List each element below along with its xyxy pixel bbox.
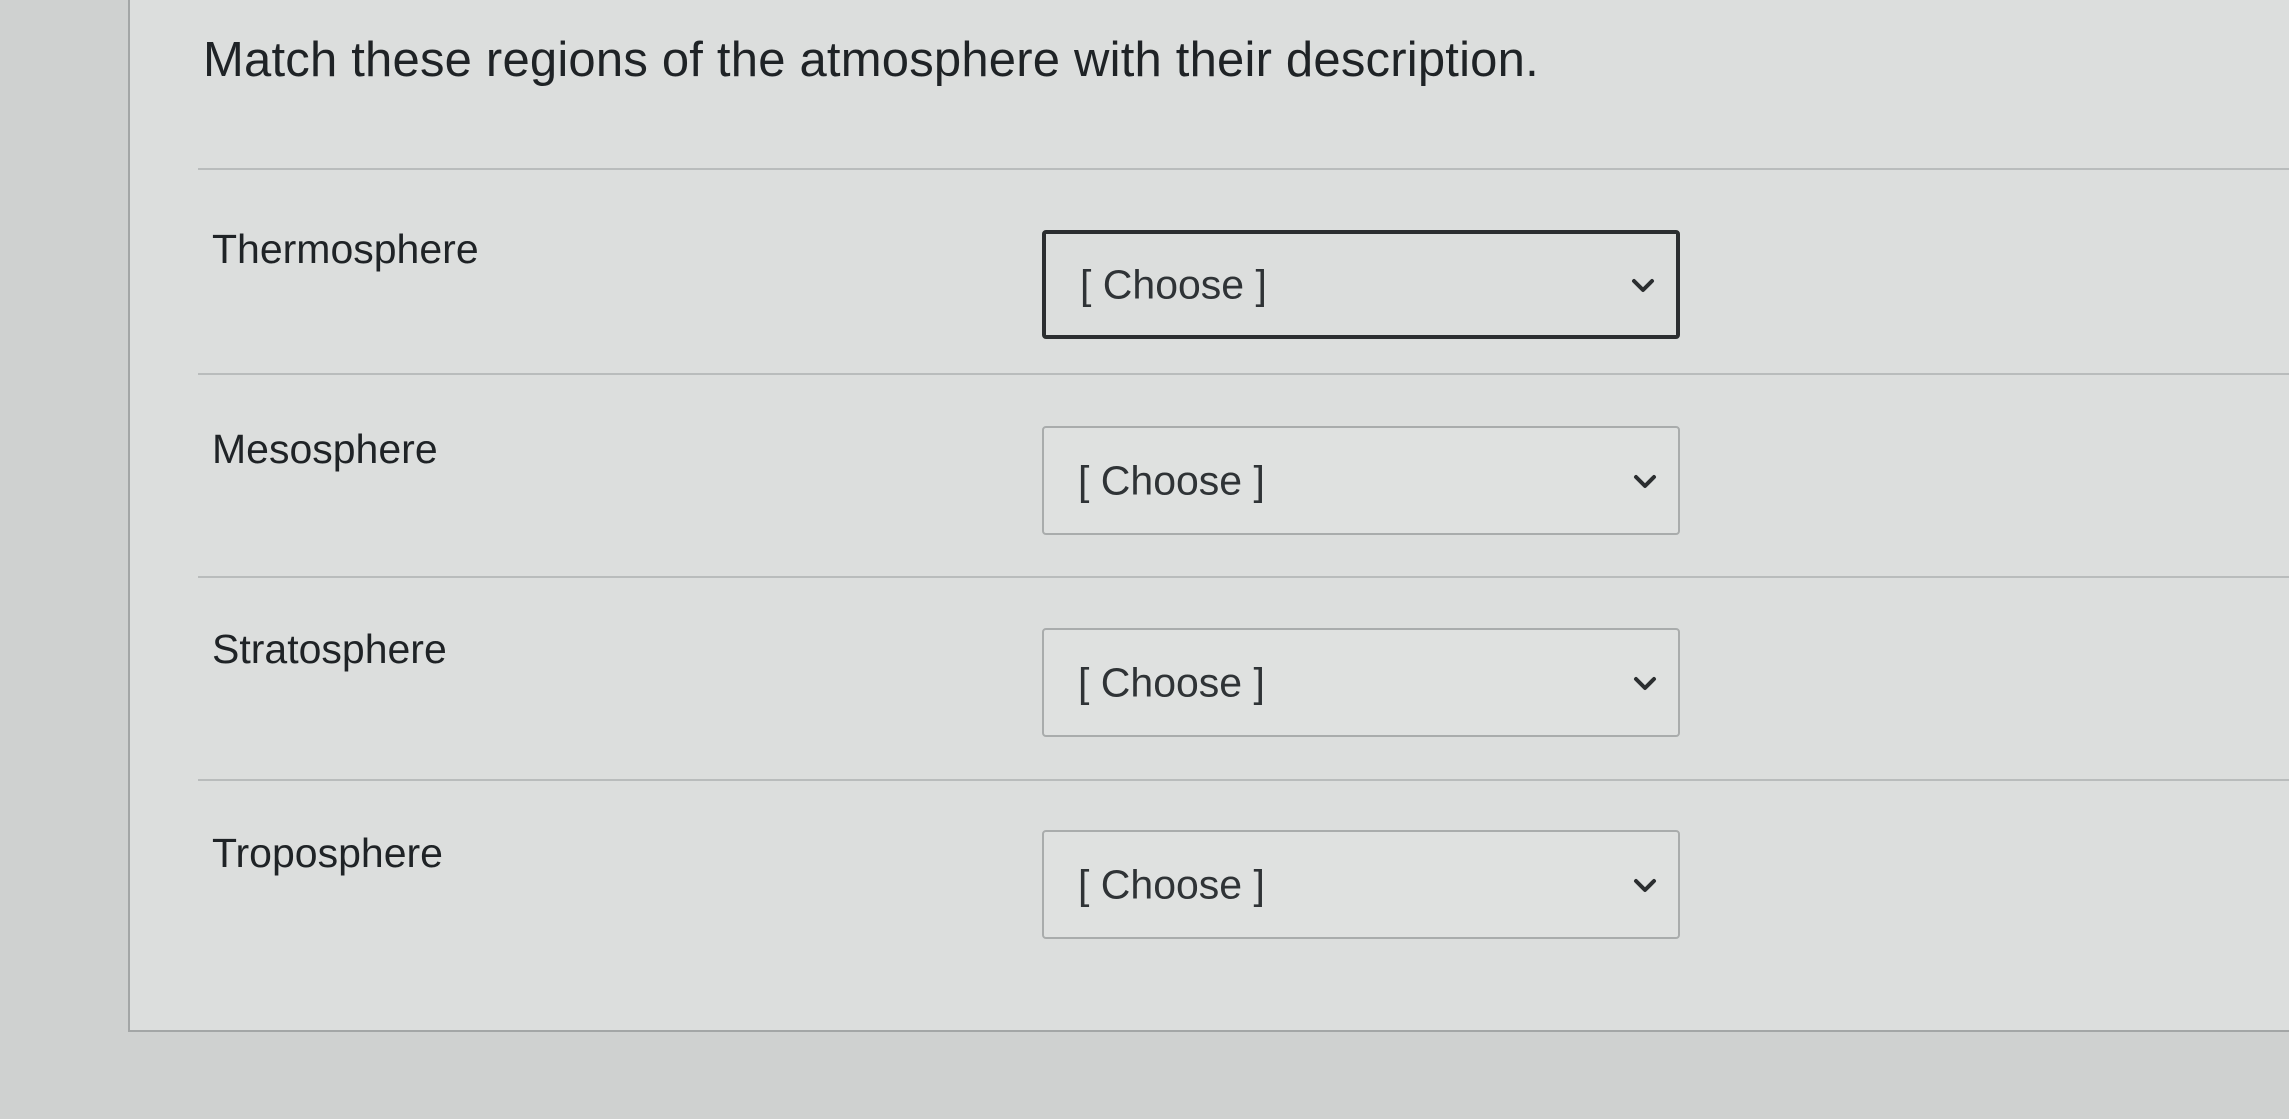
select-value: [ Choose ]: [1080, 261, 1267, 307]
match-row-thermosphere: Thermosphere [ Choose ]: [130, 226, 2289, 426]
select-value: [ Choose ]: [1078, 457, 1265, 503]
select-value: [ Choose ]: [1078, 861, 1265, 907]
select-value: [ Choose ]: [1078, 659, 1265, 705]
row-divider: [198, 373, 2289, 375]
row-divider: [198, 168, 2289, 170]
description-select-mesosphere[interactable]: [ Choose ]: [1042, 426, 1680, 535]
match-row-troposphere: Troposphere [ Choose ]: [130, 830, 2289, 1030]
match-row-mesosphere: Mesosphere [ Choose ]: [130, 426, 2289, 626]
chevron-down-icon: [1634, 878, 1656, 892]
region-label-mesosphere: Mesosphere: [212, 426, 438, 472]
region-label-stratosphere: Stratosphere: [212, 626, 447, 672]
description-select-thermosphere[interactable]: [ Choose ]: [1042, 230, 1680, 339]
region-label-troposphere: Troposphere: [212, 830, 443, 876]
row-divider: [198, 576, 2289, 578]
question-panel: Match these regions of the atmosphere wi…: [128, 0, 2289, 1032]
chevron-down-icon: [1632, 278, 1654, 292]
description-select-stratosphere[interactable]: [ Choose ]: [1042, 628, 1680, 737]
question-prompt: Match these regions of the atmosphere wi…: [203, 33, 1539, 87]
chevron-down-icon: [1634, 474, 1656, 488]
row-divider: [198, 779, 2289, 781]
match-row-stratosphere: Stratosphere [ Choose ]: [130, 626, 2289, 826]
region-label-thermosphere: Thermosphere: [212, 226, 479, 272]
description-select-troposphere[interactable]: [ Choose ]: [1042, 830, 1680, 939]
chevron-down-icon: [1634, 676, 1656, 690]
